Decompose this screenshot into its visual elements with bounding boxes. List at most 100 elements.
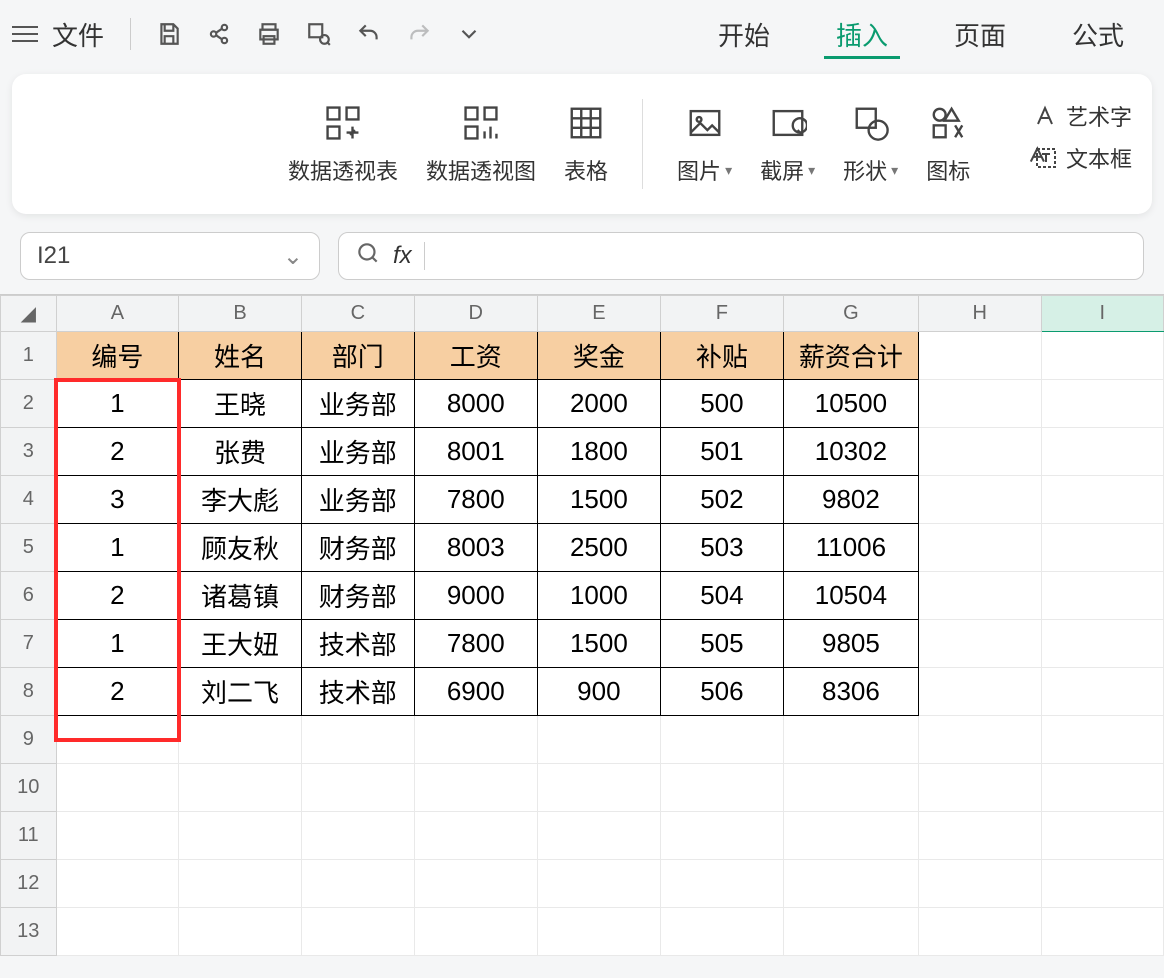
tab-insert[interactable]: 插入 [824,10,900,59]
empty-cell[interactable] [1041,380,1164,428]
select-all-corner[interactable]: ◢ [1,296,57,332]
ribbon-table[interactable]: 表格 [564,102,608,186]
empty-cell[interactable] [783,908,918,956]
row-header-1[interactable]: 1 [1,332,57,380]
empty-cell[interactable] [56,908,179,956]
share-icon[interactable] [199,14,239,54]
table-data-cell[interactable]: 2 [56,428,179,476]
more-icon[interactable] [449,14,489,54]
empty-cell[interactable] [1041,572,1164,620]
table-header-cell[interactable]: 补贴 [660,332,783,380]
row-header-8[interactable]: 8 [1,668,57,716]
column-header-G[interactable]: G [783,296,918,332]
table-data-cell[interactable]: 1500 [537,620,660,668]
table-data-cell[interactable]: 3 [56,476,179,524]
column-header-H[interactable]: H [918,296,1041,332]
table-data-cell[interactable]: 900 [537,668,660,716]
ribbon-icons[interactable]: 图标 [926,102,970,186]
print-icon[interactable] [249,14,289,54]
table-data-cell[interactable]: 10500 [783,380,918,428]
empty-cell[interactable] [537,812,660,860]
empty-cell[interactable] [918,332,1041,380]
empty-cell[interactable] [918,860,1041,908]
column-header-B[interactable]: B [179,296,302,332]
empty-cell[interactable] [537,764,660,812]
empty-cell[interactable] [660,764,783,812]
row-header-2[interactable]: 2 [1,380,57,428]
table-data-cell[interactable]: 10504 [783,572,918,620]
table-data-cell[interactable]: 8000 [414,380,537,428]
table-data-cell[interactable]: 505 [660,620,783,668]
ribbon-picture[interactable]: 图片▾ [677,102,732,186]
row-header-3[interactable]: 3 [1,428,57,476]
empty-cell[interactable] [179,908,302,956]
empty-cell[interactable] [918,428,1041,476]
table-data-cell[interactable]: 500 [660,380,783,428]
table-data-cell[interactable]: 9802 [783,476,918,524]
empty-cell[interactable] [301,812,414,860]
empty-cell[interactable] [918,620,1041,668]
table-data-cell[interactable]: 业务部 [301,380,414,428]
ribbon-wordart-small[interactable]: 艺术字 [1034,100,1154,132]
table-data-cell[interactable]: 503 [660,524,783,572]
row-header-10[interactable]: 10 [1,764,57,812]
column-header-D[interactable]: D [414,296,537,332]
table-data-cell[interactable]: 1000 [537,572,660,620]
table-data-cell[interactable]: 业务部 [301,476,414,524]
table-data-cell[interactable]: 1 [56,380,179,428]
table-data-cell[interactable]: 1500 [537,476,660,524]
empty-cell[interactable] [1041,716,1164,764]
row-header-11[interactable]: 11 [1,812,57,860]
table-data-cell[interactable]: 7800 [414,620,537,668]
empty-cell[interactable] [1041,620,1164,668]
ribbon-screenshot[interactable]: 截屏▾ [760,102,815,186]
empty-cell[interactable] [414,716,537,764]
row-header-13[interactable]: 13 [1,908,57,956]
row-header-4[interactable]: 4 [1,476,57,524]
table-data-cell[interactable]: 8306 [783,668,918,716]
table-data-cell[interactable]: 技术部 [301,620,414,668]
table-data-cell[interactable]: 1800 [537,428,660,476]
empty-cell[interactable] [179,812,302,860]
row-header-12[interactable]: 12 [1,860,57,908]
empty-cell[interactable] [918,764,1041,812]
table-data-cell[interactable]: 顾友秋 [179,524,302,572]
table-data-cell[interactable]: 1 [56,620,179,668]
table-data-cell[interactable]: 501 [660,428,783,476]
table-header-cell[interactable]: 部门 [301,332,414,380]
empty-cell[interactable] [1041,476,1164,524]
tab-page[interactable]: 页面 [942,10,1018,59]
table-data-cell[interactable]: 7800 [414,476,537,524]
empty-cell[interactable] [56,764,179,812]
empty-cell[interactable] [414,860,537,908]
table-data-cell[interactable]: 刘二飞 [179,668,302,716]
column-header-I[interactable]: I [1041,296,1164,332]
table-data-cell[interactable]: 1 [56,524,179,572]
empty-cell[interactable] [918,908,1041,956]
column-header-F[interactable]: F [660,296,783,332]
empty-cell[interactable] [1041,668,1164,716]
empty-cell[interactable] [918,524,1041,572]
cancel-icon[interactable] [355,240,381,272]
save-icon[interactable] [149,14,189,54]
ribbon-pivot-chart[interactable]: 数据透视图 [426,102,536,186]
table-header-cell[interactable]: 姓名 [179,332,302,380]
preview-icon[interactable] [299,14,339,54]
empty-cell[interactable] [660,716,783,764]
empty-cell[interactable] [56,860,179,908]
empty-cell[interactable] [1041,428,1164,476]
ribbon-shape[interactable]: 形状▾ [843,102,898,186]
empty-cell[interactable] [918,380,1041,428]
empty-cell[interactable] [179,860,302,908]
menu-icon[interactable] [12,26,38,42]
table-data-cell[interactable]: 王大妞 [179,620,302,668]
table-data-cell[interactable]: 8003 [414,524,537,572]
empty-cell[interactable] [414,812,537,860]
empty-cell[interactable] [56,716,179,764]
row-header-5[interactable]: 5 [1,524,57,572]
table-header-cell[interactable]: 编号 [56,332,179,380]
table-header-cell[interactable]: 薪资合计 [783,332,918,380]
empty-cell[interactable] [414,908,537,956]
table-data-cell[interactable]: 张费 [179,428,302,476]
name-box[interactable]: I21 ⌄ [20,232,320,280]
